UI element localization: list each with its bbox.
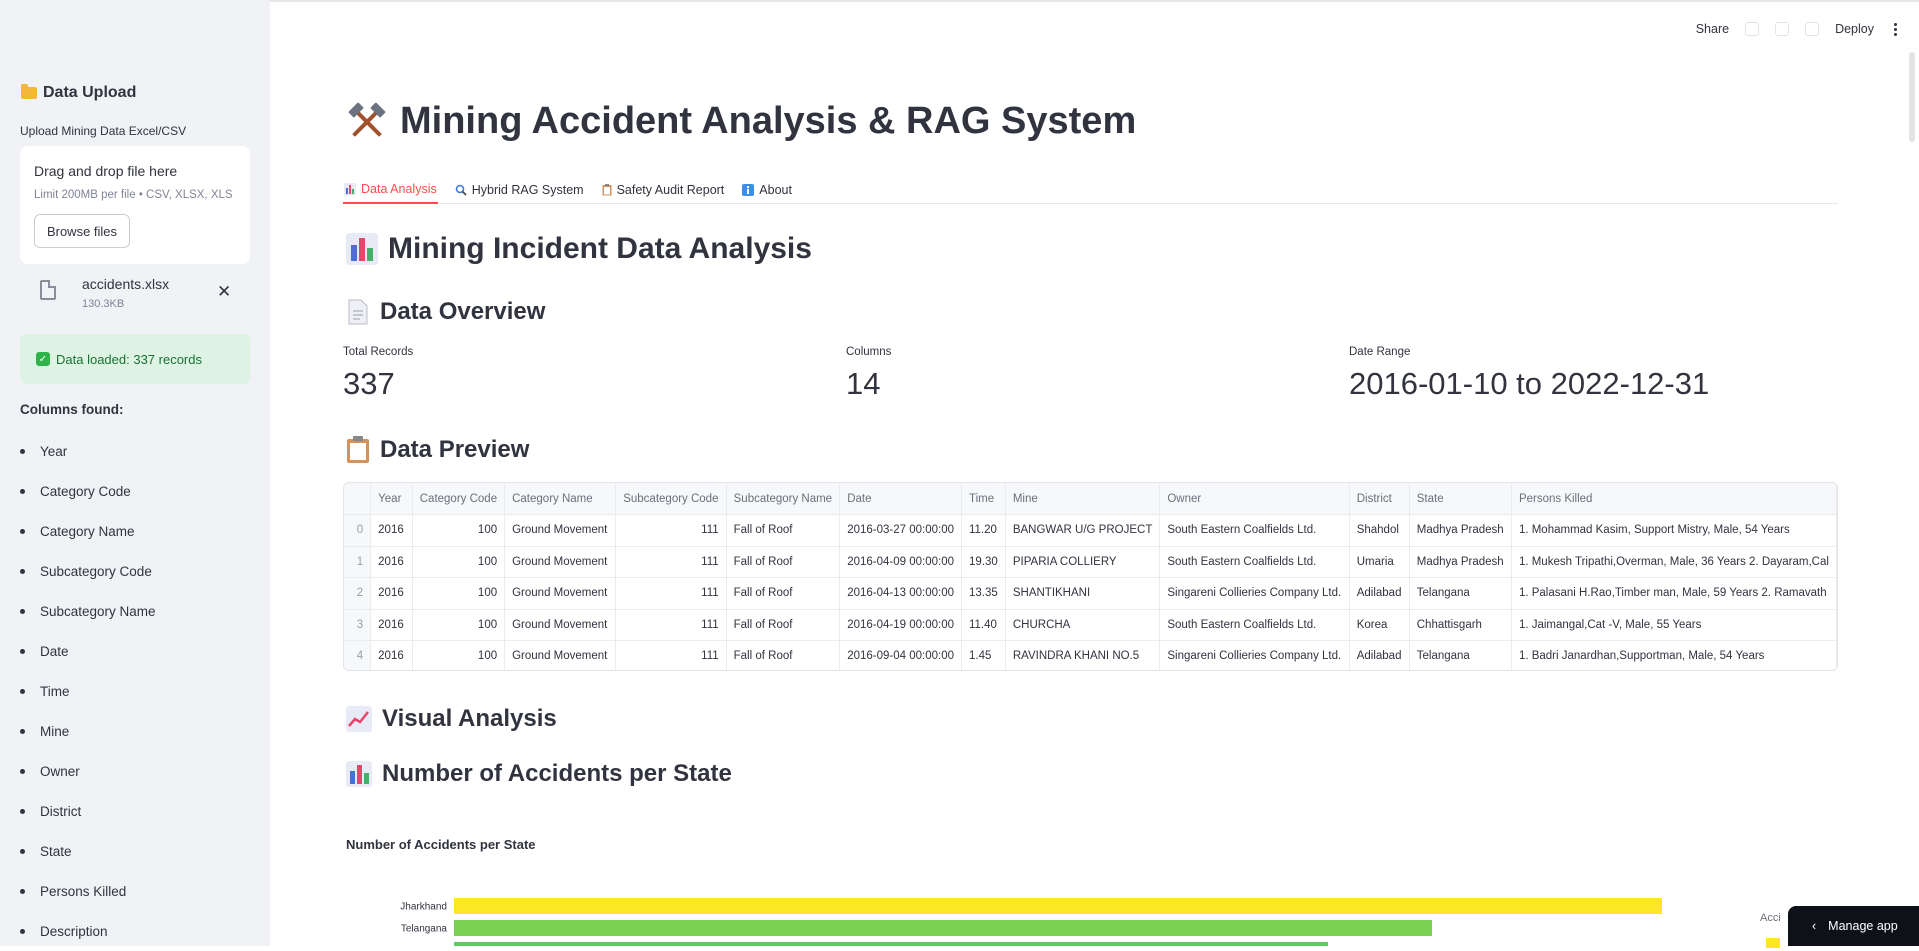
file-name: accidents.xlsx <box>82 276 170 292</box>
page-title: Mining Accident Analysis & RAG System <box>346 100 1136 143</box>
list-item: Owner <box>20 751 156 791</box>
tab-data-analysis[interactable]: Data Analysis <box>343 176 438 204</box>
scrollbar-thumb[interactable] <box>1909 52 1915 142</box>
list-item: Year <box>20 431 156 471</box>
chart-legend-title: Acci <box>1760 912 1781 924</box>
metric-date-range: Date Range 2016-01-10 to 2022-12-31 <box>1349 346 1710 401</box>
list-item: Time <box>20 671 156 711</box>
chart-bar[interactable] <box>454 920 1432 936</box>
bar-chart-icon <box>344 183 356 195</box>
overview-title: Data Overview <box>346 298 545 326</box>
tab-about[interactable]: About <box>741 176 793 204</box>
table-row: 3 2016 100 Ground Movement 111 Fall of R… <box>344 609 1837 641</box>
list-item: Category Code <box>20 471 156 511</box>
hammer-pick-icon <box>348 102 386 136</box>
metric-total-records: Total Records 337 <box>343 346 414 401</box>
folder-icon <box>21 84 37 99</box>
success-alert: ✓ Data loaded: 337 records <box>20 334 250 384</box>
trend-chart-icon <box>346 706 372 732</box>
table-row: 2 2016 100 Ground Movement 111 Fall of R… <box>344 577 1837 610</box>
more-menu-icon[interactable] <box>1890 22 1901 36</box>
columns-list: Year Category Code Category Name Subcate… <box>20 431 156 951</box>
list-item: Mine <box>20 711 156 751</box>
upload-label: Upload Mining Data Excel/CSV <box>20 124 187 138</box>
list-item: Subcategory Code <box>20 551 156 591</box>
clipboard-icon <box>347 436 369 463</box>
dropzone-limit: Limit 200MB per file • CSV, XLSX, XLS <box>34 189 233 201</box>
sidebar-heading: Data Upload <box>21 84 136 102</box>
magnifier-icon <box>455 184 467 196</box>
column-header[interactable]: Category Name <box>504 483 617 515</box>
column-header[interactable]: Mine <box>1005 483 1161 515</box>
browse-files-button[interactable]: Browse files <box>34 214 130 248</box>
metric-columns: Columns 14 <box>846 346 892 401</box>
tab-safety-audit[interactable]: Safety Audit Report <box>601 176 726 204</box>
chart-bar[interactable] <box>454 898 1662 914</box>
tab-bar: Data Analysis Hybrid RAG System Safety A… <box>343 176 1838 204</box>
top-border <box>0 0 1919 2</box>
uploaded-file: accidents.xlsx 130.3KB ✕ <box>20 270 250 320</box>
bar-chart-icon <box>346 761 372 787</box>
table-row: 0 2016 100 Ground Movement 111 Fall of R… <box>344 514 1837 547</box>
file-dropzone[interactable]: Drag and drop file here Limit 200MB per … <box>20 146 250 264</box>
column-header[interactable]: Owner <box>1159 483 1350 515</box>
sidebar: Data Upload Upload Mining Data Excel/CSV… <box>0 0 270 946</box>
chevron-left-icon: ‹ <box>1812 919 1817 933</box>
list-item: State <box>20 831 156 871</box>
data-preview-table[interactable]: Year Category Code Category Name Subcate… <box>343 482 1838 671</box>
table-row: 1 2016 100 Ground Movement 111 Fall of R… <box>344 546 1837 578</box>
list-item: Persons Killed <box>20 871 156 911</box>
github-icon[interactable] <box>1805 22 1820 36</box>
column-header[interactable] <box>344 483 372 515</box>
column-header[interactable]: State <box>1409 483 1512 515</box>
column-header[interactable]: Persons Killed <box>1511 483 1837 515</box>
columns-heading: Columns found: <box>20 402 124 417</box>
remove-file-icon[interactable]: ✕ <box>217 282 231 302</box>
manage-app-button[interactable]: ‹ Manage app <box>1788 906 1919 946</box>
edit-icon[interactable] <box>1775 22 1790 36</box>
clipboard-icon <box>602 184 612 196</box>
chart-section-title: Number of Accidents per State <box>346 760 732 788</box>
chart-title: Number of Accidents per State <box>346 837 536 852</box>
tab-hybrid-rag[interactable]: Hybrid RAG System <box>454 176 585 204</box>
dropzone-title: Drag and drop file here <box>34 163 178 179</box>
preview-title: Data Preview <box>346 436 529 464</box>
chart-category-label: Telangana <box>401 924 448 935</box>
chart-category-label: Jharkhand <box>400 902 447 913</box>
section-title: Mining Incident Data Analysis <box>346 232 812 266</box>
checkmark-icon: ✓ <box>36 352 50 366</box>
chart-bar[interactable] <box>454 942 1328 946</box>
column-header[interactable]: Time <box>961 483 1006 515</box>
list-item: Description <box>20 911 156 951</box>
column-header[interactable]: Year <box>370 483 413 515</box>
bar-chart-icon <box>346 233 378 265</box>
list-item: Subcategory Name <box>20 591 156 631</box>
table-row: 4 2016 100 Ground Movement 111 Fall of R… <box>344 640 1837 670</box>
column-header[interactable]: District <box>1349 483 1410 515</box>
star-icon[interactable] <box>1745 22 1760 36</box>
visual-analysis-title: Visual Analysis <box>346 705 557 733</box>
info-icon <box>742 184 755 196</box>
column-header[interactable]: Category Code <box>412 483 506 515</box>
list-item: Date <box>20 631 156 671</box>
column-header[interactable]: Date <box>839 483 963 515</box>
app-toolbar: Share Deploy <box>1696 18 1901 40</box>
column-header[interactable]: Subcategory Name <box>726 483 841 515</box>
document-icon <box>348 299 368 325</box>
share-button[interactable]: Share <box>1696 22 1729 36</box>
table-header-row: Year Category Code Category Name Subcate… <box>344 483 1837 515</box>
column-header[interactable]: Subcategory Code <box>615 483 727 515</box>
file-icon <box>40 280 56 300</box>
legend-swatch <box>1766 938 1780 948</box>
deploy-button[interactable]: Deploy <box>1835 22 1874 36</box>
accidents-per-state-chart: Jharkhand Telangana <box>400 898 1662 946</box>
file-size: 130.3KB <box>82 298 125 310</box>
list-item: Category Name <box>20 511 156 551</box>
list-item: District <box>20 791 156 831</box>
